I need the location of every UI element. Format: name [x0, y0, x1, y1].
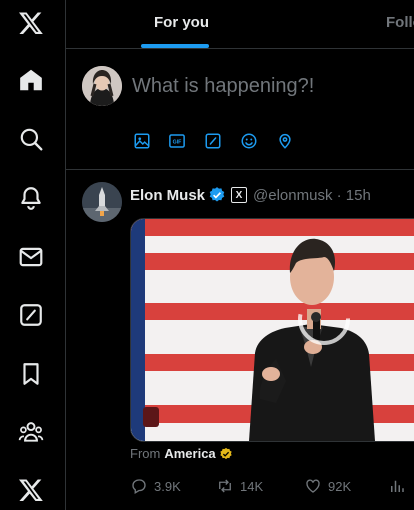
- sidebar: [0, 0, 66, 510]
- reply-count: 3.9K: [154, 478, 181, 494]
- grok-svg: [20, 304, 42, 326]
- post-media[interactable]: [130, 218, 414, 442]
- x-logo-svg: [18, 12, 43, 35]
- image-svg: [134, 133, 150, 149]
- from-attribution: From America: [130, 446, 233, 461]
- views-button[interactable]: [388, 477, 412, 495]
- active-tab-indicator: [141, 44, 209, 48]
- gold-verified-badge-icon: [219, 447, 232, 459]
- image-icon[interactable]: [132, 131, 152, 151]
- author-name[interactable]: Elon Musk: [130, 187, 205, 204]
- repost-count: 14K: [240, 478, 264, 494]
- like-button[interactable]: 92K: [304, 477, 351, 495]
- search-icon[interactable]: [13, 121, 49, 157]
- mail-svg: [19, 247, 43, 267]
- premium-x-icon[interactable]: [13, 472, 49, 508]
- search-svg: [20, 128, 43, 151]
- tab-following[interactable]: Follo: [386, 14, 414, 31]
- reply-button[interactable]: 3.9K: [130, 477, 181, 495]
- grok-compose-icon[interactable]: [203, 131, 223, 151]
- gif-svg: GIF: [169, 134, 185, 148]
- repost-icon: [219, 479, 231, 493]
- grok-compose-svg: [205, 133, 221, 149]
- user-avatar[interactable]: [82, 66, 122, 106]
- bookmarks-icon[interactable]: [13, 356, 49, 392]
- x-logo-icon[interactable]: [13, 5, 49, 41]
- post-composer: What is happening?! GIF: [66, 49, 414, 170]
- notifications-icon[interactable]: [13, 180, 49, 216]
- location-icon[interactable]: [275, 131, 295, 151]
- from-prefix: From: [130, 446, 161, 461]
- post[interactable]: Elon Musk X @elonmusk · 15h From America…: [66, 170, 414, 510]
- home-icon[interactable]: [13, 62, 49, 98]
- post-header: Elon Musk X @elonmusk · 15h: [130, 185, 371, 205]
- communities-icon[interactable]: [13, 414, 49, 450]
- timeline-column: For you Follo What is happening?! GIF: [66, 0, 414, 510]
- bell-svg: [21, 187, 41, 210]
- emoji-icon[interactable]: [239, 131, 259, 151]
- post-avatar-svg: [82, 182, 122, 222]
- author-handle-time[interactable]: @elonmusk · 15h: [253, 187, 371, 204]
- gif-icon[interactable]: GIF: [167, 131, 187, 151]
- reply-icon: [132, 479, 146, 494]
- grok-icon[interactable]: [13, 297, 49, 333]
- repost-button[interactable]: 14K: [216, 477, 263, 495]
- user-avatar-svg: [82, 66, 122, 106]
- heart-icon: [306, 479, 320, 493]
- like-count: 92K: [328, 478, 352, 494]
- tab-for-you[interactable]: For you: [154, 14, 209, 31]
- verified-badge-icon: [209, 187, 225, 202]
- affiliation-badge-icon[interactable]: X: [231, 187, 248, 203]
- compose-input[interactable]: What is happening?!: [132, 75, 314, 98]
- messages-icon[interactable]: [13, 239, 49, 275]
- home-svg: [20, 69, 42, 91]
- location-svg: [279, 133, 291, 149]
- premium-x-svg: [18, 479, 43, 502]
- media-image: [131, 219, 414, 441]
- views-icon: [391, 480, 404, 492]
- emoji-svg: [241, 133, 257, 149]
- post-author-avatar[interactable]: [82, 182, 122, 222]
- timeline-tabs: For you Follo: [66, 0, 414, 49]
- from-name[interactable]: America: [164, 446, 215, 461]
- post-actions: 3.9K 14K 92K: [130, 477, 414, 497]
- bookmark-svg: [23, 363, 39, 385]
- svg-text:GIF: GIF: [173, 140, 183, 146]
- communities-svg: [18, 422, 44, 442]
